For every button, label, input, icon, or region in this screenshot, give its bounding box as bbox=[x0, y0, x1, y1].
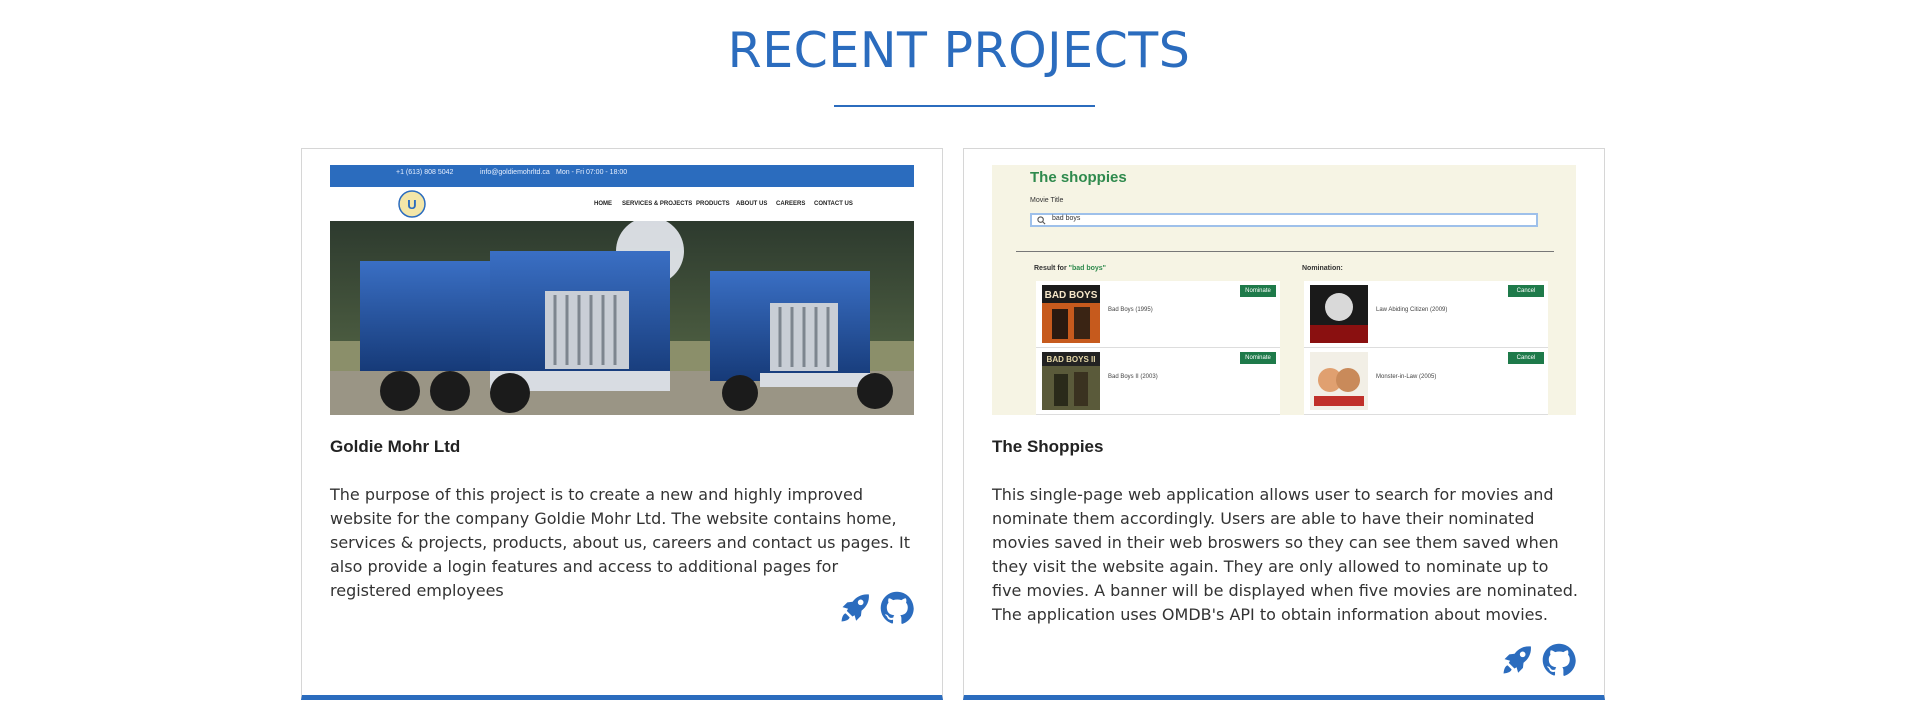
github-icon bbox=[1542, 643, 1576, 676]
thumb-menu-item: CONTACT US bbox=[814, 201, 853, 207]
movie-poster: BAD BOYS II bbox=[1042, 352, 1100, 410]
cancel-button[interactable]: Cancel bbox=[1508, 352, 1544, 364]
search-icon bbox=[1037, 216, 1046, 225]
project-thumbnail: The shoppies Movie Title bad boys Result… bbox=[992, 165, 1576, 415]
svg-text:BAD BOYS: BAD BOYS bbox=[1045, 290, 1098, 301]
project-card-shoppies: The shoppies Movie Title bad boys Result… bbox=[963, 148, 1605, 700]
project-thumbnail: +1 (613) 808 5042 info@goldiemohrltd.ca … bbox=[330, 165, 914, 415]
movie-title: Bad Boys (1995) bbox=[1108, 307, 1153, 313]
rocket-icon bbox=[1503, 646, 1531, 674]
thumb-logo: U bbox=[398, 190, 426, 218]
live-demo-link[interactable] bbox=[838, 591, 872, 625]
thumb-hours: Mon - Fri 07:00 - 18:00 bbox=[556, 169, 628, 176]
movie-poster bbox=[1310, 352, 1368, 410]
movie-title: Bad Boys II (2003) bbox=[1108, 374, 1158, 380]
thumb-field-label: Movie Title bbox=[1030, 197, 1064, 204]
title-underline bbox=[834, 105, 1095, 107]
svg-text:U: U bbox=[407, 197, 416, 212]
truck-photo bbox=[330, 221, 914, 415]
section-title: RECENT PROJECTS bbox=[727, 22, 1191, 79]
cancel-button[interactable]: Cancel bbox=[1508, 285, 1544, 297]
project-links bbox=[1500, 643, 1576, 677]
thumb-results-heading: Result for "bad boys" bbox=[1034, 265, 1106, 272]
thumb-search-input: bad boys bbox=[1030, 213, 1538, 227]
thumb-app-title: The shoppies bbox=[1030, 169, 1127, 186]
list-item: BAD BOYS II Bad Boys II (2003) Nominate bbox=[1036, 348, 1280, 415]
thumb-email: info@goldiemohrltd.ca bbox=[480, 169, 550, 176]
thumb-menu-item: SERVICES & PROJECTS bbox=[622, 201, 693, 207]
thumb-nominations-panel: Law Abiding Citizen (2009) Cancel Monste… bbox=[1304, 281, 1548, 415]
project-title: The Shoppies bbox=[992, 437, 1104, 456]
thumb-menu-item: HOME bbox=[594, 201, 612, 207]
github-link[interactable] bbox=[880, 591, 914, 625]
project-card-goldie-mohr: +1 (613) 808 5042 info@goldiemohrltd.ca … bbox=[301, 148, 943, 700]
list-item: BAD BOYS Bad Boys (1995) Nominate bbox=[1036, 281, 1280, 348]
results-heading-query: "bad boys" bbox=[1068, 265, 1106, 272]
project-description: The purpose of this project is to create… bbox=[330, 485, 910, 600]
list-item: Monster-in-Law (2005) Cancel bbox=[1304, 348, 1548, 415]
github-link[interactable] bbox=[1542, 643, 1576, 677]
thumb-nomination-heading: Nomination: bbox=[1302, 265, 1343, 272]
project-links bbox=[838, 591, 914, 625]
results-heading-prefix: Result for bbox=[1034, 265, 1069, 272]
nominate-button[interactable]: Nominate bbox=[1240, 285, 1276, 297]
rocket-icon bbox=[841, 594, 869, 622]
live-demo-link[interactable] bbox=[1500, 643, 1534, 677]
movie-title: Monster-in-Law (2005) bbox=[1376, 374, 1437, 380]
nominate-button[interactable]: Nominate bbox=[1240, 352, 1276, 364]
movie-title: Law Abiding Citizen (2009) bbox=[1376, 307, 1448, 313]
thumb-menu-item: ABOUT US bbox=[736, 201, 768, 207]
thumb-menu-item: PRODUCTS bbox=[696, 201, 730, 207]
thumb-menu-item: CAREERS bbox=[776, 201, 806, 207]
thumb-results-panel: BAD BOYS Bad Boys (1995) Nominate BAD BO… bbox=[1036, 281, 1280, 415]
thumb-search-value: bad boys bbox=[1052, 215, 1081, 222]
thumb-navbar: U HOME SERVICES & PROJECTS PRODUCTS ABOU… bbox=[330, 187, 914, 221]
svg-text:BAD BOYS II: BAD BOYS II bbox=[1047, 355, 1096, 364]
thumb-phone: +1 (613) 808 5042 bbox=[396, 169, 454, 176]
list-item: Law Abiding Citizen (2009) Cancel bbox=[1304, 281, 1548, 348]
thumb-divider bbox=[1016, 251, 1554, 252]
movie-poster bbox=[1310, 285, 1368, 343]
thumb-topbar: +1 (613) 808 5042 info@goldiemohrltd.ca … bbox=[330, 165, 914, 187]
project-title: Goldie Mohr Ltd bbox=[330, 437, 461, 456]
project-description: This single-page web application allows … bbox=[992, 485, 1578, 624]
github-icon bbox=[880, 591, 914, 624]
movie-poster: BAD BOYS bbox=[1042, 285, 1100, 343]
